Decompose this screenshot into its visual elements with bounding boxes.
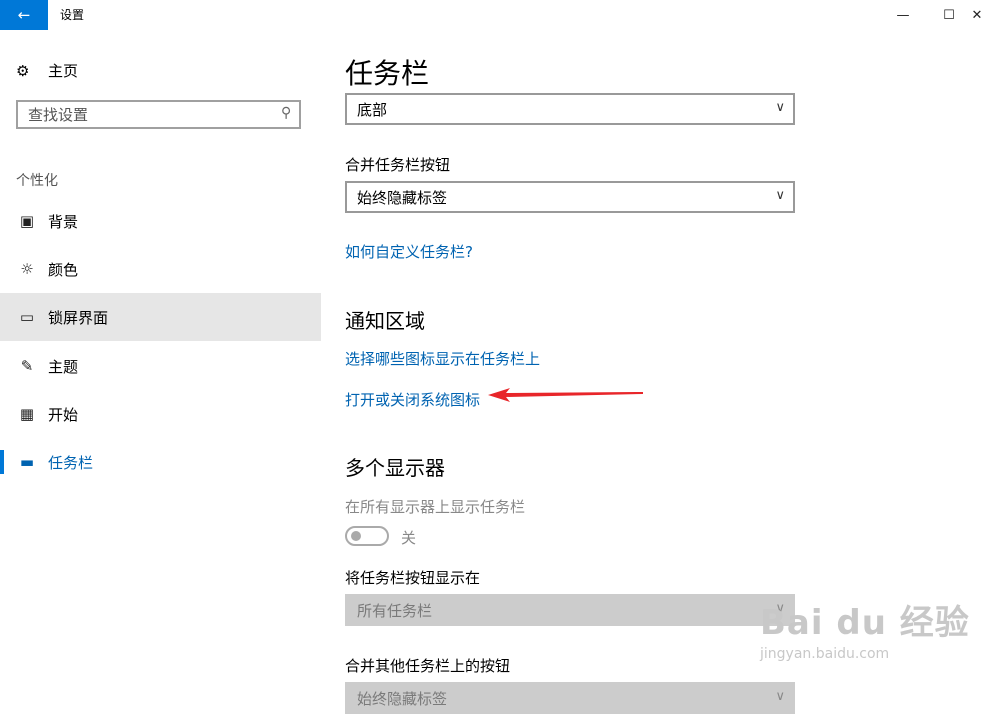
customize-taskbar-link[interactable]: 如何自定义任务栏? (345, 241, 473, 262)
notification-area-heading: 通知区域 (345, 309, 425, 333)
active-indicator (0, 450, 4, 474)
palette-icon: ☼ (20, 260, 34, 278)
lock-screen-icon: ▭ (19, 308, 35, 326)
section-label: 个性化 (16, 173, 58, 189)
show-buttons-on-dropdown[interactable]: 所有任务栏 ∨ (345, 594, 795, 626)
taskbar-location-dropdown[interactable]: 底部 ∨ (345, 93, 795, 125)
gear-icon: ⚙ (16, 61, 30, 80)
start-grid-icon: ▦ (19, 405, 35, 423)
dropdown-value: 始终隐藏标签 (357, 188, 448, 207)
home-label: 主页 (48, 62, 79, 80)
page-title: 任务栏 (345, 57, 430, 90)
combine-buttons-label: 合并任务栏按钮 (345, 156, 451, 174)
sidebar-item-label: 背景 (48, 212, 79, 231)
dropdown-value: 底部 (357, 100, 388, 119)
sidebar-item-taskbar[interactable]: ▬ 任务栏 (0, 438, 321, 486)
toggle-knob (351, 531, 361, 541)
sidebar-item-label: 锁屏界面 (48, 308, 109, 327)
sidebar-item-label: 任务栏 (48, 453, 94, 472)
show-on-all-displays-toggle[interactable] (345, 526, 389, 546)
watermark-url: jingyan.baidu.com (760, 646, 890, 662)
sidebar-item-label: 颜色 (48, 260, 79, 279)
toggle-state-label: 关 (401, 529, 417, 547)
sidebar-item-label: 主题 (48, 357, 79, 376)
select-icons-link[interactable]: 选择哪些图标显示在任务栏上 (345, 348, 540, 369)
back-arrow-icon: ← (17, 6, 31, 24)
baidu-watermark: Bai du 经验 jingyan.baidu.com (760, 595, 970, 662)
sidebar-item-background[interactable]: ▣ 背景 (0, 197, 321, 245)
search-icon[interactable]: ⚲ (281, 105, 291, 121)
app-title: 设置 (60, 8, 85, 22)
chevron-down-icon: ∨ (775, 100, 785, 115)
sidebar-item-start[interactable]: ▦ 开始 (0, 390, 321, 438)
combine-other-label: 合并其他任务栏上的按钮 (345, 657, 511, 675)
search-box[interactable]: ⚲ (16, 100, 301, 129)
multiple-displays-heading: 多个显示器 (345, 456, 445, 480)
sidebar-item-lock-screen[interactable]: ▭ 锁屏界面 (0, 293, 321, 341)
chevron-down-icon: ∨ (775, 188, 785, 203)
home-nav-item[interactable]: ⚙ 主页 (16, 60, 78, 81)
combine-buttons-dropdown[interactable]: 始终隐藏标签 ∨ (345, 181, 795, 213)
dropdown-value: 所有任务栏 (357, 601, 433, 620)
search-input[interactable] (18, 104, 270, 125)
system-icons-link[interactable]: 打开或关闭系统图标 (345, 389, 480, 410)
theme-brush-icon: ✎ (20, 357, 34, 375)
show-buttons-on-label: 将任务栏按钮显示在 (345, 569, 481, 587)
red-arrow-annotation (488, 388, 643, 402)
chevron-down-icon: ∨ (775, 689, 785, 704)
picture-icon: ▣ (19, 212, 35, 230)
arrow-shape (488, 388, 643, 402)
back-button[interactable]: ← (0, 0, 48, 30)
watermark-brand: Bai du 经验 (760, 603, 970, 643)
taskbar-icon: ▬ (19, 453, 35, 471)
sidebar-item-themes[interactable]: ✎ 主题 (0, 342, 321, 390)
dropdown-value: 始终隐藏标签 (357, 689, 448, 708)
sidebar: ⚙ 主页 ⚲ 个性化 ▣ 背景 ☼ 颜色 ▭ 锁屏界面 ✎ 主题 ▦ 开始 ▬ … (0, 30, 321, 709)
show-on-all-displays-label: 在所有显示器上显示任务栏 (345, 498, 526, 516)
combine-other-dropdown[interactable]: 始终隐藏标签 ∨ (345, 682, 795, 714)
sidebar-item-colors[interactable]: ☼ 颜色 (0, 245, 321, 293)
sidebar-item-label: 开始 (48, 405, 79, 424)
